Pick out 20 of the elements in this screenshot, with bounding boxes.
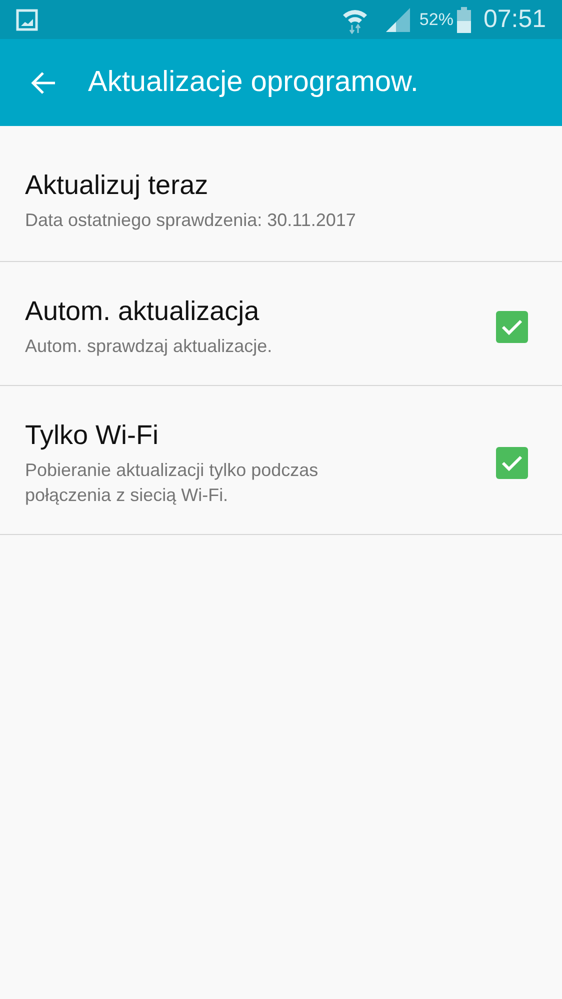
back-arrow-icon (31, 70, 57, 94)
battery-percent: 52% (419, 8, 454, 31)
gallery-icon (16, 8, 38, 30)
setting-title: Tylko Wi-Fi (25, 419, 160, 452)
settings-row[interactable]: Autom. aktualizacja Autom. sprawdzaj aktualizacje. (0, 262, 562, 386)
checkbox[interactable] (496, 447, 528, 479)
settings-row[interactable]: Aktualizuj teraz Data ostatniego sprawdzenia: 30.11.2017 (0, 126, 562, 262)
battery-icon (457, 6, 472, 32)
checkmark-icon (501, 318, 523, 336)
setting-summary: Data ostatniego sprawdzenia: 30.11.2017 (25, 209, 357, 232)
setting-summary: Pobieranie aktualizacji tylko podczas połączenia z siecią Wi-Fi. (25, 459, 320, 507)
setting-summary: Autom. sprawdzaj aktualizacje. (25, 335, 274, 358)
settings-row[interactable]: Tylko Wi-Fi Pobieranie aktualizacji tylko podczas połączenia z siecią Wi-Fi. (0, 386, 562, 535)
checkbox[interactable] (496, 310, 528, 342)
setting-title: Aktualizuj teraz (25, 169, 210, 202)
screen-title: Aktualizacje oprogramow. (88, 64, 418, 100)
setting-title: Autom. aktualizacja (25, 295, 260, 328)
checkmark-icon (501, 454, 523, 472)
signal-icon (385, 6, 412, 32)
clock: 07:51 (483, 4, 546, 35)
